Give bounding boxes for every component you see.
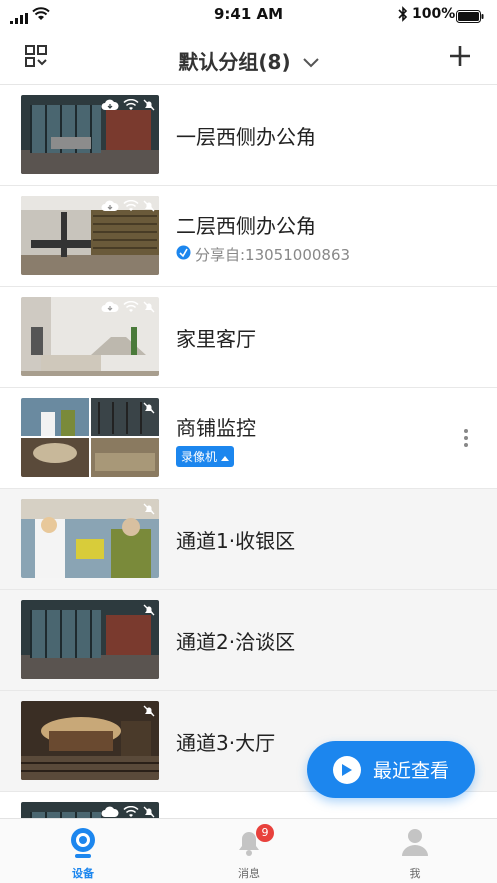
tab-label: 设备 [72, 867, 94, 880]
recent-view-button[interactable]: 最近查看 [307, 741, 475, 798]
camera-thumbnail [21, 95, 159, 174]
device-row[interactable]: 二层西侧办公角 分享自:13051000863 [0, 186, 497, 287]
share-info: 分享自:13051000863 [176, 244, 350, 265]
channel-name: 通道2·洽谈区 [176, 630, 296, 654]
channel-name: 通道3·大厅 [176, 731, 276, 755]
play-icon [332, 755, 361, 784]
share-source-text: 分享自:13051000863 [195, 246, 351, 264]
chevron-down-icon [302, 49, 319, 73]
wifi-icon [123, 99, 139, 110]
channel-name: 通道1·收银区 [176, 529, 296, 553]
mute-icon [143, 99, 155, 111]
nvr-badge[interactable]: 录像机 [176, 446, 235, 467]
camera-thumbnail [21, 196, 159, 275]
tab-me[interactable]: 我 [332, 819, 497, 883]
add-device-button[interactable] [449, 45, 471, 71]
tab-label: 我 [409, 867, 421, 880]
wifi-icon [123, 806, 139, 817]
group-selector[interactable]: 默认分组(8) [178, 46, 319, 75]
camera-thumbnail [21, 297, 159, 376]
battery-icon [456, 8, 484, 27]
tab-label: 消息 [238, 867, 260, 880]
tab-bar: 设备 9 消息 我 [0, 818, 497, 883]
mute-icon [143, 503, 155, 515]
more-options-icon[interactable] [463, 428, 469, 452]
channel-row[interactable]: 通道1·收银区 [0, 489, 497, 590]
status-bar: 9:41 AM 100% [0, 0, 497, 30]
channel-row[interactable]: 通道2·洽谈区 [0, 590, 497, 691]
mute-icon [143, 301, 155, 313]
mute-icon [143, 604, 155, 616]
camera-icon [69, 827, 97, 863]
device-name: 二层西侧办公角 [176, 214, 316, 238]
caret-up-icon [221, 450, 230, 464]
mute-icon [143, 402, 155, 414]
recent-view-label: 最近查看 [372, 760, 449, 782]
mute-icon [143, 705, 155, 717]
tab-devices[interactable]: 设备 [0, 819, 166, 883]
notification-badge: 9 [256, 824, 274, 842]
camera-thumbnail [21, 600, 159, 679]
device-name: 商铺监控 [176, 416, 256, 440]
camera-thumbnail [21, 499, 159, 578]
cloud-icon [101, 806, 119, 817]
bluetooth-icon [398, 6, 408, 26]
tab-messages[interactable]: 9 消息 [166, 819, 332, 883]
share-icon [176, 245, 191, 264]
nvr-badge-label: 录像机 [181, 450, 218, 464]
group-title: 默认分组(8) [178, 50, 291, 74]
user-icon [401, 827, 429, 861]
mute-icon [143, 806, 155, 818]
device-name: 一层西侧办公角 [176, 125, 316, 149]
mute-icon [143, 200, 155, 212]
wifi-icon [123, 301, 139, 312]
device-row[interactable]: 商铺监控 录像机 [0, 388, 497, 489]
navigation-bar: 默认分组(8) [0, 30, 497, 85]
cloud-icon [101, 200, 119, 211]
nvr-thumbnail-grid [21, 398, 159, 477]
device-row[interactable]: 家里客厅 [0, 287, 497, 388]
cloud-icon [101, 99, 119, 110]
device-row[interactable]: 一层西侧办公角 [0, 85, 497, 186]
device-name: 家里客厅 [176, 327, 256, 351]
camera-thumbnail [21, 701, 159, 780]
battery-percentage: 100% [412, 6, 456, 22]
cloud-icon [101, 301, 119, 312]
wifi-icon [123, 200, 139, 211]
